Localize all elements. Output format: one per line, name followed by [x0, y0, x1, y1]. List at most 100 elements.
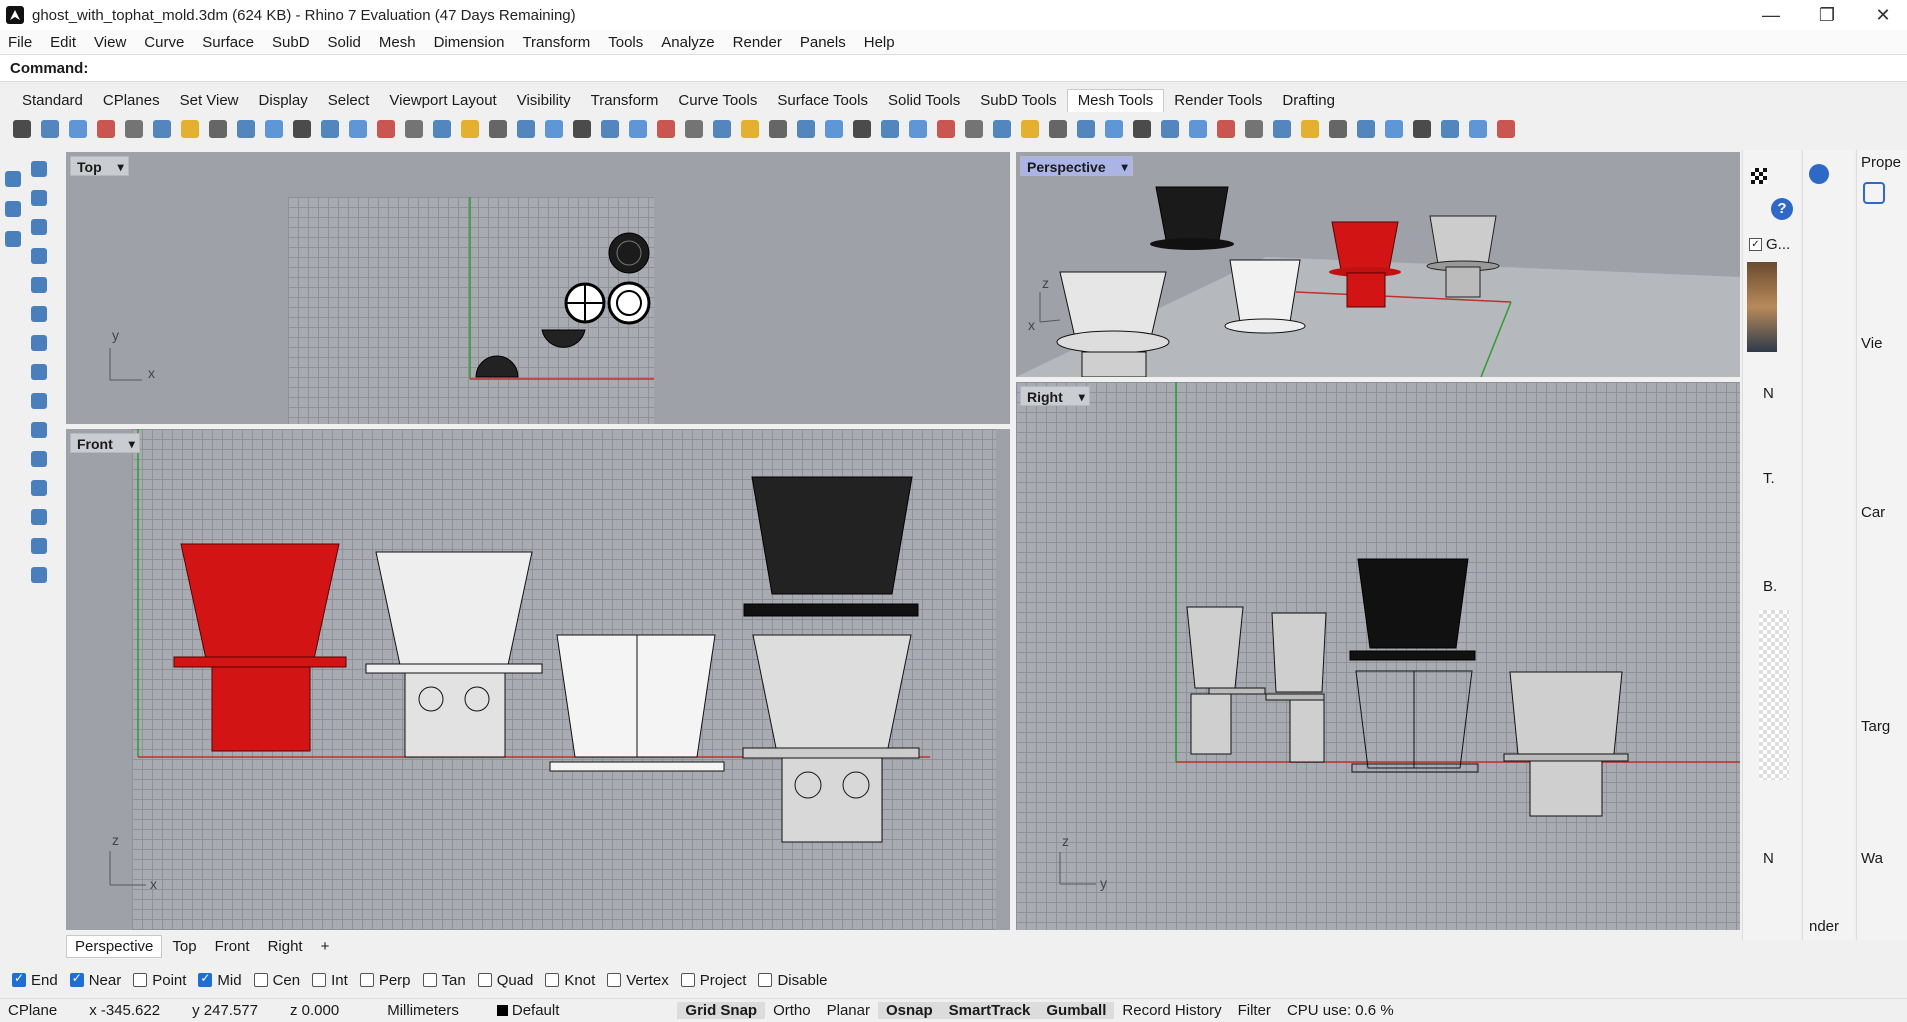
menu-mesh[interactable]: Mesh	[371, 34, 426, 51]
menu-subd[interactable]: SubD	[264, 34, 320, 51]
tab-subd-tools[interactable]: SubD Tools	[970, 90, 1066, 112]
viewport-top-label[interactable]: Top	[70, 156, 129, 177]
osnap-perp[interactable]: Perp	[359, 972, 411, 989]
mesh-tool-icon-39[interactable]	[1074, 117, 1098, 141]
osnap-checkbox[interactable]	[359, 973, 374, 987]
tab-drafting[interactable]: Drafting	[1272, 90, 1345, 112]
tab-mesh-tools[interactable]: Mesh Tools	[1066, 89, 1165, 112]
camera-icon[interactable]	[1863, 182, 1885, 204]
mesh-tool-icon-53[interactable]	[1466, 117, 1490, 141]
render-thumbnail[interactable]	[1747, 262, 1777, 352]
osnap-cen[interactable]: Cen	[253, 972, 300, 989]
menu-solid[interactable]: Solid	[320, 34, 371, 51]
osnap-checkbox[interactable]	[253, 973, 268, 987]
left-tool-icon-15[interactable]	[28, 564, 50, 586]
mesh-tool-icon-4[interactable]	[94, 117, 118, 141]
mesh-tool-icon-10[interactable]	[262, 117, 286, 141]
mesh-tool-icon-29[interactable]	[794, 117, 818, 141]
mesh-tool-icon-30[interactable]	[822, 117, 846, 141]
left-tool-icon-18[interactable]	[2, 228, 24, 250]
mesh-tool-icon-50[interactable]	[1382, 117, 1406, 141]
osnap-vertex[interactable]: Vertex	[607, 972, 669, 989]
mesh-tool-icon-31[interactable]	[850, 117, 874, 141]
minimize-button[interactable]: —	[1743, 0, 1799, 30]
mesh-tool-icon-34[interactable]	[934, 117, 958, 141]
vptab-right[interactable]: Right	[260, 936, 311, 957]
menu-transform[interactable]: Transform	[514, 34, 600, 51]
osnap-checkbox[interactable]	[477, 973, 492, 987]
left-tool-icon-6[interactable]	[28, 303, 50, 325]
mesh-tool-icon-23[interactable]	[626, 117, 650, 141]
mesh-tool-icon-33[interactable]	[906, 117, 930, 141]
render-label[interactable]: nder	[1809, 918, 1839, 935]
menu-curve[interactable]: Curve	[136, 34, 194, 51]
osnap-checkbox[interactable]	[607, 973, 622, 987]
mesh-tool-icon-14[interactable]	[374, 117, 398, 141]
viewport-right-label[interactable]: Right	[1020, 386, 1090, 407]
tab-display[interactable]: Display	[249, 90, 318, 112]
tab-standard[interactable]: Standard	[12, 90, 93, 112]
tab-render-tools[interactable]: Render Tools	[1164, 90, 1272, 112]
mesh-tool-icon-44[interactable]	[1214, 117, 1238, 141]
left-tool-icon-17[interactable]	[2, 198, 24, 220]
mesh-tool-icon-21[interactable]	[570, 117, 594, 141]
g-layer-row[interactable]: ✓ G...	[1749, 236, 1790, 253]
cplane-status[interactable]: CPlane	[0, 1002, 65, 1019]
mesh-tool-icon-37[interactable]	[1018, 117, 1042, 141]
mesh-tool-icon-13[interactable]	[346, 117, 370, 141]
mesh-tool-icon-12[interactable]	[318, 117, 342, 141]
tab-surface-tools[interactable]: Surface Tools	[767, 90, 878, 112]
mesh-tool-icon-54[interactable]	[1494, 117, 1518, 141]
viewport-perspective-label[interactable]: Perspective	[1020, 156, 1133, 177]
mesh-tool-icon-35[interactable]	[962, 117, 986, 141]
osnap-knot[interactable]: Knot	[545, 972, 595, 989]
mesh-tool-icon-38[interactable]	[1046, 117, 1070, 141]
tab-set-view[interactable]: Set View	[170, 90, 249, 112]
tab-visibility[interactable]: Visibility	[507, 90, 581, 112]
left-tool-icon-4[interactable]	[28, 245, 50, 267]
filter-toggle[interactable]: Filter	[1230, 1002, 1279, 1019]
left-tool-icon-2[interactable]	[28, 187, 50, 209]
mesh-tool-icon-36[interactable]	[990, 117, 1014, 141]
g-checkbox[interactable]: ✓	[1749, 238, 1762, 251]
texture-preview[interactable]	[1759, 610, 1789, 780]
mesh-tool-icon-51[interactable]	[1410, 117, 1434, 141]
left-tool-icon-10[interactable]	[28, 419, 50, 441]
mesh-tool-icon-20[interactable]	[542, 117, 566, 141]
left-tool-icon-12[interactable]	[28, 477, 50, 499]
mesh-tool-icon-45[interactable]	[1242, 117, 1266, 141]
vptab-top[interactable]: Top	[164, 936, 204, 957]
osnap-checkbox[interactable]	[758, 973, 773, 987]
osnap-quad[interactable]: Quad	[477, 972, 533, 989]
menu-tools[interactable]: Tools	[600, 34, 653, 51]
osnap-int[interactable]: Int	[312, 972, 348, 989]
left-tool-icon-14[interactable]	[28, 535, 50, 557]
osnap-checkbox[interactable]	[422, 973, 437, 987]
osnap-checkbox[interactable]	[69, 971, 84, 987]
viewport-perspective[interactable]: z x Perspective	[1016, 152, 1740, 377]
mesh-tool-icon-15[interactable]	[402, 117, 426, 141]
mesh-tool-icon-3[interactable]	[66, 117, 90, 141]
units-status[interactable]: Millimeters	[347, 1002, 467, 1019]
menu-edit[interactable]: Edit	[42, 34, 86, 51]
osnap-tan[interactable]: Tan	[422, 972, 466, 989]
mesh-tool-icon-40[interactable]	[1102, 117, 1126, 141]
mesh-tool-icon-49[interactable]	[1354, 117, 1378, 141]
mesh-tool-icon-1[interactable]	[10, 117, 34, 141]
mesh-tool-icon-48[interactable]	[1326, 117, 1350, 141]
vptab-perspective[interactable]: Perspective	[66, 934, 163, 958]
help-icon[interactable]: ?	[1771, 198, 1793, 220]
mesh-tool-icon-52[interactable]	[1438, 117, 1462, 141]
maximize-button[interactable]: ❐	[1799, 0, 1855, 30]
menu-analyze[interactable]: Analyze	[653, 34, 724, 51]
menu-surface[interactable]: Surface	[194, 34, 264, 51]
mesh-tool-icon-24[interactable]	[654, 117, 678, 141]
viewport-right[interactable]: z y Right	[1016, 382, 1740, 930]
tab-transform[interactable]: Transform	[581, 90, 669, 112]
left-tool-icon-13[interactable]	[28, 506, 50, 528]
menu-render[interactable]: Render	[725, 34, 792, 51]
viewport-top[interactable]: y x Top	[66, 152, 1010, 424]
mesh-tool-icon-28[interactable]	[766, 117, 790, 141]
tab-select[interactable]: Select	[318, 90, 380, 112]
command-line[interactable]: Command:	[0, 54, 1907, 82]
